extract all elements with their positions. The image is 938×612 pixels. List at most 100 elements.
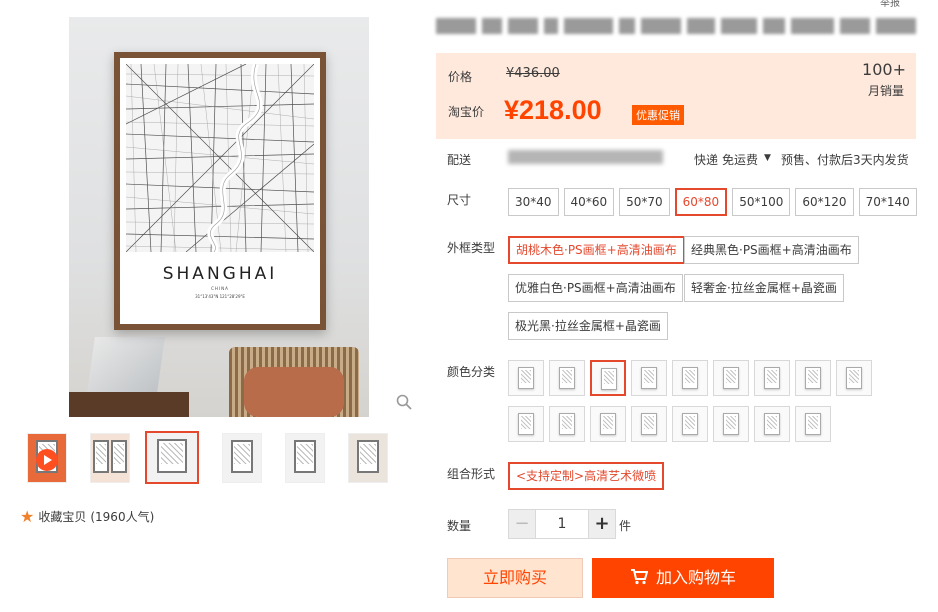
thumbnail-poster bbox=[230, 439, 254, 474]
favorite-button[interactable]: ★ 收藏宝贝 (1960人气) bbox=[20, 507, 154, 526]
color-swatch[interactable] bbox=[713, 360, 749, 396]
favorite-label: 收藏宝贝 bbox=[38, 510, 87, 524]
swatch-thumbnail bbox=[641, 413, 657, 435]
zoom-icon[interactable] bbox=[396, 394, 412, 410]
color-swatch[interactable] bbox=[549, 406, 585, 442]
poster: SHANGHAI CHINA 31°13'43"N 121°28'29"E bbox=[120, 58, 320, 324]
promo-badge: 优惠促销 bbox=[632, 105, 684, 125]
shipping-options[interactable]: 快递 免运费 ▼ 预售、付款后3天内发货 bbox=[694, 151, 909, 168]
frame-option[interactable]: 优雅白色·PS画框+高清油画布 bbox=[508, 274, 683, 302]
thumbnail-5[interactable] bbox=[285, 433, 325, 483]
favorite-count: (1960人气) bbox=[90, 510, 155, 524]
thumbnail-2[interactable] bbox=[90, 433, 130, 483]
sales-count: 100+ bbox=[862, 60, 906, 79]
product-title-redacted bbox=[436, 15, 917, 37]
current-price: ¥218.00 bbox=[504, 95, 602, 125]
original-price: ¥436.00 bbox=[506, 66, 560, 81]
star-icon: ★ bbox=[20, 507, 35, 526]
color-label: 颜色分类 bbox=[447, 365, 496, 379]
color-swatch-selected[interactable] bbox=[590, 360, 626, 396]
color-swatch[interactable] bbox=[631, 360, 667, 396]
quantity-plus-button[interactable]: + bbox=[588, 509, 616, 539]
swatch-thumbnail bbox=[559, 367, 575, 389]
color-swatch[interactable] bbox=[672, 360, 708, 396]
size-option[interactable]: 50*100 bbox=[732, 188, 791, 216]
color-swatch[interactable] bbox=[672, 406, 708, 442]
thumbnail-poster bbox=[356, 439, 380, 474]
color-swatch[interactable] bbox=[590, 406, 626, 442]
swatch-thumbnail bbox=[601, 368, 617, 390]
size-option[interactable]: 60*120 bbox=[795, 188, 854, 216]
laptop-decor bbox=[87, 337, 165, 393]
pillow-decor bbox=[244, 367, 344, 417]
size-option-selected[interactable]: 60*80 bbox=[674, 188, 728, 216]
color-swatch[interactable] bbox=[795, 360, 831, 396]
size-option[interactable]: 40*60 bbox=[563, 188, 615, 216]
color-swatch[interactable] bbox=[549, 360, 585, 396]
quantity-unit: 件 bbox=[619, 519, 632, 533]
frame-option[interactable]: 轻奢金·拉丝金属框+晶瓷画 bbox=[684, 274, 844, 302]
add-to-cart-button[interactable]: 加入购物车 bbox=[592, 558, 774, 598]
thumbnail-poster bbox=[293, 439, 317, 474]
color-swatch[interactable] bbox=[836, 360, 872, 396]
swatch-thumbnail bbox=[805, 413, 821, 435]
taobao-price-label: 淘宝价 bbox=[448, 105, 485, 119]
cart-icon bbox=[630, 569, 649, 585]
color-swatch[interactable] bbox=[795, 406, 831, 442]
swatch-thumbnail bbox=[518, 367, 534, 389]
frame-type-label: 外框类型 bbox=[447, 241, 496, 255]
size-option[interactable]: 50*70 bbox=[619, 188, 670, 216]
poster-coords: 31°13'43"N 121°28'29"E bbox=[195, 294, 245, 299]
color-swatch[interactable] bbox=[631, 406, 667, 442]
swatch-thumbnail bbox=[764, 413, 780, 435]
color-swatch[interactable] bbox=[508, 406, 544, 442]
thumbnail-4[interactable] bbox=[222, 433, 262, 483]
main-product-image: SHANGHAI CHINA 31°13'43"N 121°28'29"E bbox=[69, 17, 369, 417]
thumbnail-3-selected[interactable] bbox=[145, 431, 199, 484]
shipping-origin-redacted bbox=[508, 150, 663, 164]
dropdown-caret-icon[interactable]: ▼ bbox=[764, 151, 771, 168]
buy-now-button[interactable]: 立即购买 bbox=[447, 558, 583, 598]
price-panel: 价格 ¥436.00 淘宝价 ¥218.00 优惠促销 100+ 月销量 bbox=[436, 53, 916, 139]
quantity-minus-button[interactable]: − bbox=[508, 509, 536, 539]
color-swatch[interactable] bbox=[754, 406, 790, 442]
add-to-cart-label: 加入购物车 bbox=[655, 568, 736, 587]
color-swatch[interactable] bbox=[713, 406, 749, 442]
swatch-thumbnail bbox=[846, 367, 862, 389]
poster-map bbox=[126, 64, 314, 252]
presale-note: 预售、付款后3天内发货 bbox=[780, 153, 909, 167]
swatch-thumbnail bbox=[682, 367, 698, 389]
size-option[interactable]: 70*140 bbox=[858, 188, 917, 216]
thumbnail-strip bbox=[27, 431, 411, 484]
thumbnail-poster bbox=[110, 439, 127, 474]
frame-option[interactable]: 极光黑·拉丝金属框+晶瓷画 bbox=[508, 312, 668, 340]
swatch-thumbnail bbox=[641, 367, 657, 389]
play-icon[interactable] bbox=[36, 449, 58, 471]
swatch-thumbnail bbox=[723, 413, 739, 435]
swatch-thumbnail bbox=[805, 367, 821, 389]
shipping-label: 配送 bbox=[447, 153, 472, 167]
sales-label: 月销量 bbox=[867, 84, 904, 98]
poster-city-name: SHANGHAI bbox=[162, 264, 278, 284]
swatch-thumbnail bbox=[600, 413, 616, 435]
color-swatch[interactable] bbox=[508, 360, 544, 396]
frame-option-selected[interactable]: 胡桃木色·PS画框+高清油画布 bbox=[508, 236, 685, 264]
thumbnail-poster bbox=[92, 439, 109, 474]
price-label: 价格 bbox=[448, 70, 473, 84]
report-link[interactable]: 举报 bbox=[880, 0, 900, 9]
swatch-thumbnail bbox=[764, 367, 780, 389]
thumbnail-6[interactable] bbox=[348, 433, 388, 483]
shipping-fee: 免运费 bbox=[722, 153, 759, 167]
frame-option[interactable]: 经典黑色·PS画框+高清油画布 bbox=[684, 236, 859, 264]
quantity-input[interactable]: 1 bbox=[536, 509, 588, 539]
poster-country: CHINA bbox=[211, 286, 229, 291]
thumbnail-video[interactable] bbox=[27, 433, 67, 483]
quantity-stepper: − 1 + bbox=[508, 509, 616, 539]
swatch-thumbnail bbox=[559, 413, 575, 435]
color-swatch[interactable] bbox=[754, 360, 790, 396]
swatch-thumbnail bbox=[518, 413, 534, 435]
combo-option-selected[interactable]: <支持定制>高清艺术微喷 bbox=[508, 462, 665, 490]
quantity-label: 数量 bbox=[447, 519, 472, 533]
size-option[interactable]: 30*40 bbox=[508, 188, 559, 216]
express-label: 快递 bbox=[694, 153, 719, 167]
